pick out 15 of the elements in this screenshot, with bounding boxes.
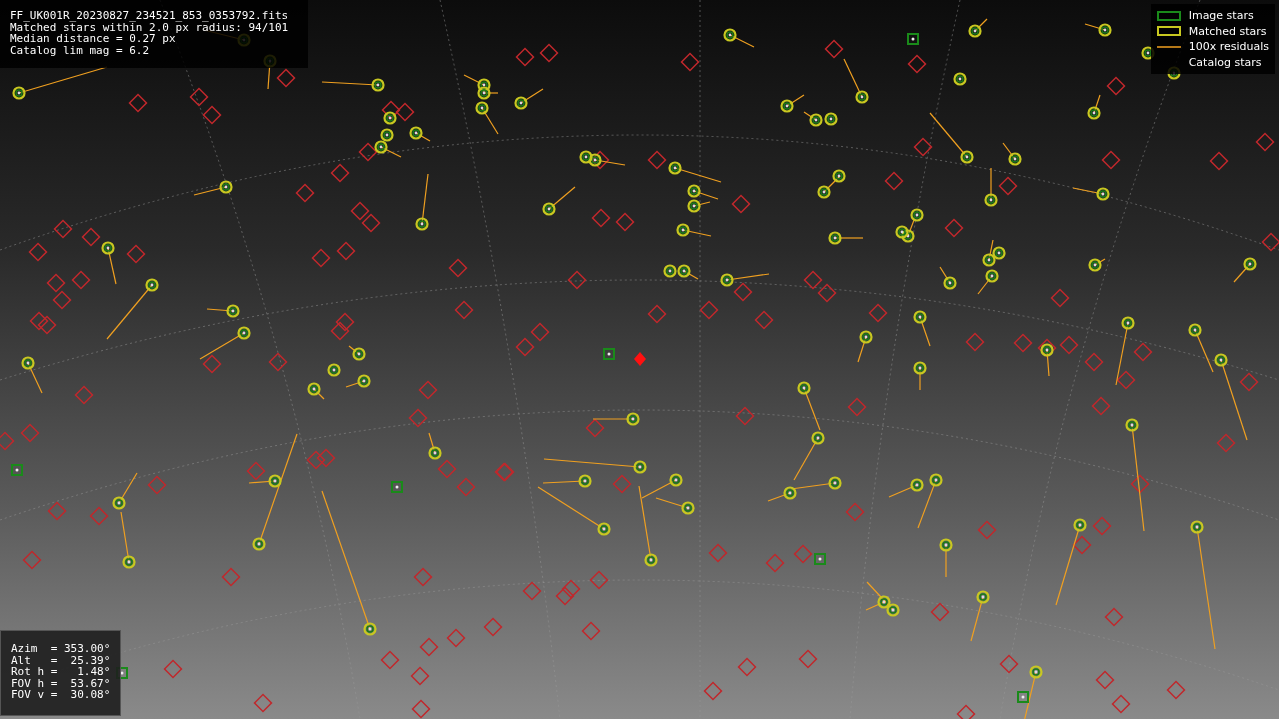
info-text: Catalog lim mag = 6.2 — [10, 44, 151, 56]
legend-swatch-icon — [1156, 26, 1181, 37]
info-text: FF_UK001R_20230827_234521_853_0353792.fits — [10, 10, 289, 22]
info-text: Matched stars within 2.0 px radius: 94/101 — [10, 21, 289, 33]
legend-swatch-icon — [1156, 10, 1181, 21]
pointing-text: Alt = 25.39° — [11, 654, 111, 666]
legend-label: 100x residuals — [1188, 39, 1269, 55]
pointing-text: FOV h = 53.67° — [11, 677, 111, 689]
pointing-text: Rot h = 1.48° — [11, 666, 111, 678]
legend-label: Matched stars — [1188, 23, 1267, 39]
legend-label: Catalog stars — [1188, 54, 1262, 70]
info-text: Median distance = 0.27 px — [10, 33, 176, 45]
legend-label: Image stars — [1188, 8, 1254, 24]
pointing-text: Azim = 353.00° — [11, 643, 111, 655]
pointing-text: FOV v = 30.08° — [11, 689, 111, 701]
